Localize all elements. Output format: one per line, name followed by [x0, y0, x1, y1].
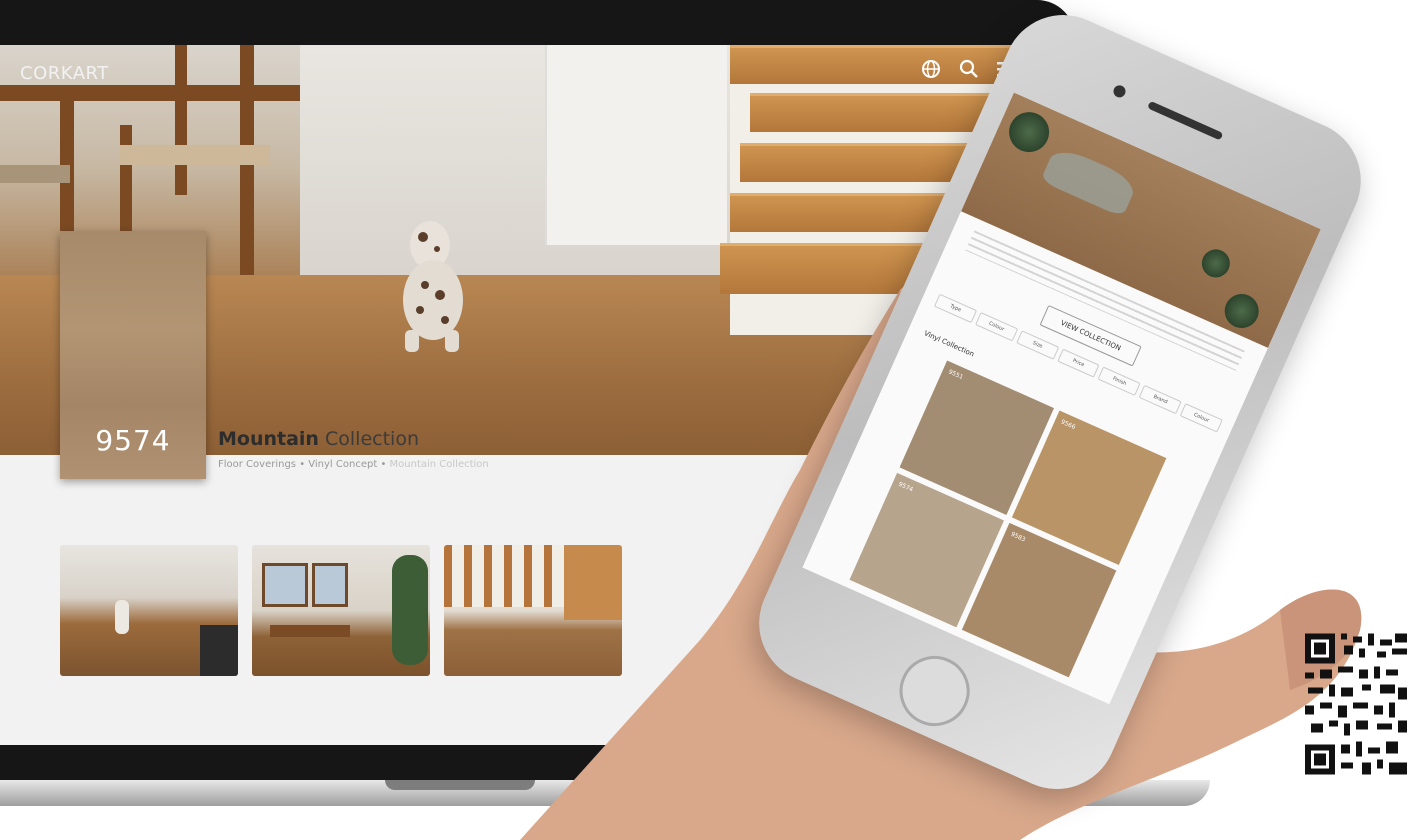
phone-filter[interactable]: Finish — [1097, 366, 1141, 397]
tile-code: 9551 — [947, 368, 965, 382]
gallery-thumb-dining-room[interactable] — [252, 545, 430, 676]
swatch-number: 9574 — [95, 424, 171, 457]
tile-code: 9583 — [1009, 530, 1027, 544]
title-bold: Mountain — [218, 428, 319, 450]
phone-section-label: Vinyl Collection — [922, 329, 976, 359]
breadcrumb-current: Mountain Collection — [389, 459, 489, 470]
gallery-thumb-living-room[interactable] — [60, 545, 238, 676]
breadcrumb-floor-coverings[interactable]: Floor Coverings — [218, 459, 296, 470]
phone-filter[interactable]: Brand — [1138, 384, 1182, 415]
qr-code — [1305, 633, 1407, 775]
phone-filter[interactable]: Colour — [974, 311, 1018, 342]
product-swatch[interactable]: 9574 — [60, 231, 206, 479]
phone-filter[interactable]: Colour — [1179, 403, 1223, 433]
breadcrumb-separator: • — [296, 459, 309, 470]
hero-cabinet — [545, 45, 727, 245]
tile-code: 9566 — [1059, 418, 1077, 432]
breadcrumb-separator: • — [377, 459, 390, 470]
phone-filter[interactable]: Size — [1015, 330, 1059, 360]
dog-image — [403, 221, 463, 352]
globe-icon[interactable] — [920, 59, 942, 81]
laptop-notch — [385, 780, 535, 790]
breadcrumb: Floor Coverings • Vinyl Concept • Mounta… — [218, 459, 489, 470]
phone-filter[interactable]: Price — [1056, 348, 1100, 378]
breadcrumb-vinyl-concept[interactable]: Vinyl Concept — [308, 459, 377, 470]
title-rest: Collection — [318, 428, 419, 450]
tile-code: 9574 — [897, 480, 915, 494]
brand-logo[interactable]: CORKART — [20, 63, 109, 84]
collection-title: Mountain Collection — [218, 428, 419, 450]
phone-filter[interactable]: Type — [933, 293, 977, 324]
search-icon[interactable] — [958, 59, 980, 81]
